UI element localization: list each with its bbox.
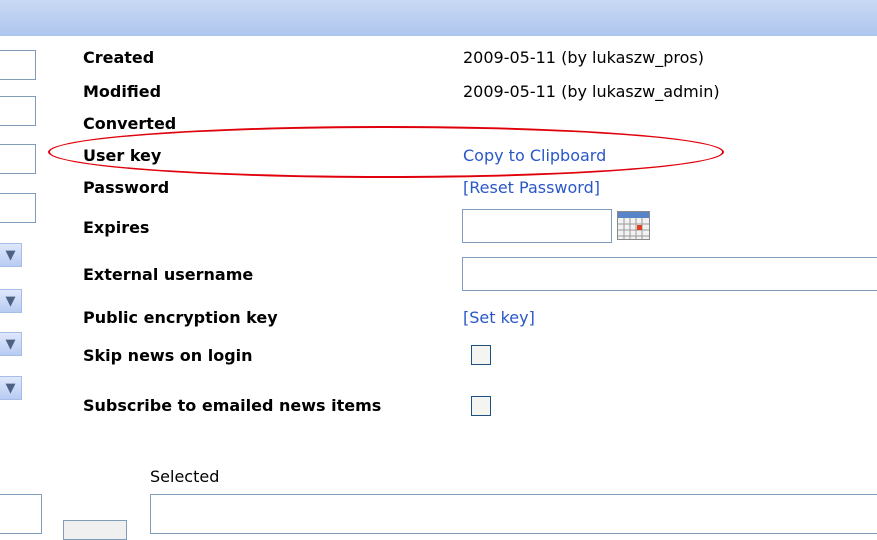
reset-password-link[interactable]: [Reset Password]	[463, 178, 600, 197]
expires-date-input[interactable]	[462, 209, 612, 243]
subscribe-news-checkbox[interactable]	[471, 396, 491, 416]
calendar-icon[interactable]	[617, 211, 650, 240]
left-field-4[interactable]	[0, 193, 36, 223]
converted-label: Converted	[83, 114, 177, 133]
left-dropdown-2[interactable]: ▼	[0, 289, 22, 313]
highlight-ellipse	[48, 126, 724, 178]
left-field-3[interactable]	[0, 144, 36, 174]
selected-list-box[interactable]	[150, 494, 877, 534]
skip-news-checkbox[interactable]	[471, 345, 491, 365]
modified-label: Modified	[83, 82, 162, 101]
expires-label: Expires	[83, 218, 150, 237]
left-dropdown-3[interactable]: ▼	[0, 332, 22, 356]
window-header-bar	[0, 0, 877, 36]
password-label: Password	[83, 178, 170, 197]
available-list-box[interactable]	[0, 494, 42, 534]
left-dropdown-4[interactable]: ▼	[0, 376, 22, 400]
created-label: Created	[83, 48, 155, 67]
chevron-down-icon: ▼	[5, 293, 16, 309]
selected-list-label: Selected	[150, 467, 220, 486]
move-button[interactable]	[63, 520, 127, 540]
chevron-down-icon: ▼	[5, 336, 16, 352]
external-username-input[interactable]	[462, 257, 877, 291]
chevron-down-icon: ▼	[5, 247, 16, 263]
left-dropdown-1[interactable]: ▼	[0, 243, 22, 267]
subscribe-news-label: Subscribe to emailed news items	[83, 396, 382, 415]
left-field-1[interactable]	[0, 50, 36, 80]
chevron-down-icon: ▼	[5, 380, 16, 396]
public-encryption-key-label: Public encryption key	[83, 308, 278, 327]
modified-value: 2009-05-11 (by lukaszw_admin)	[463, 82, 720, 101]
set-key-link[interactable]: [Set key]	[463, 308, 535, 327]
external-username-label: External username	[83, 265, 254, 284]
skip-news-label: Skip news on login	[83, 346, 253, 365]
left-field-2[interactable]	[0, 96, 36, 126]
created-value: 2009-05-11 (by lukaszw_pros)	[463, 48, 704, 67]
